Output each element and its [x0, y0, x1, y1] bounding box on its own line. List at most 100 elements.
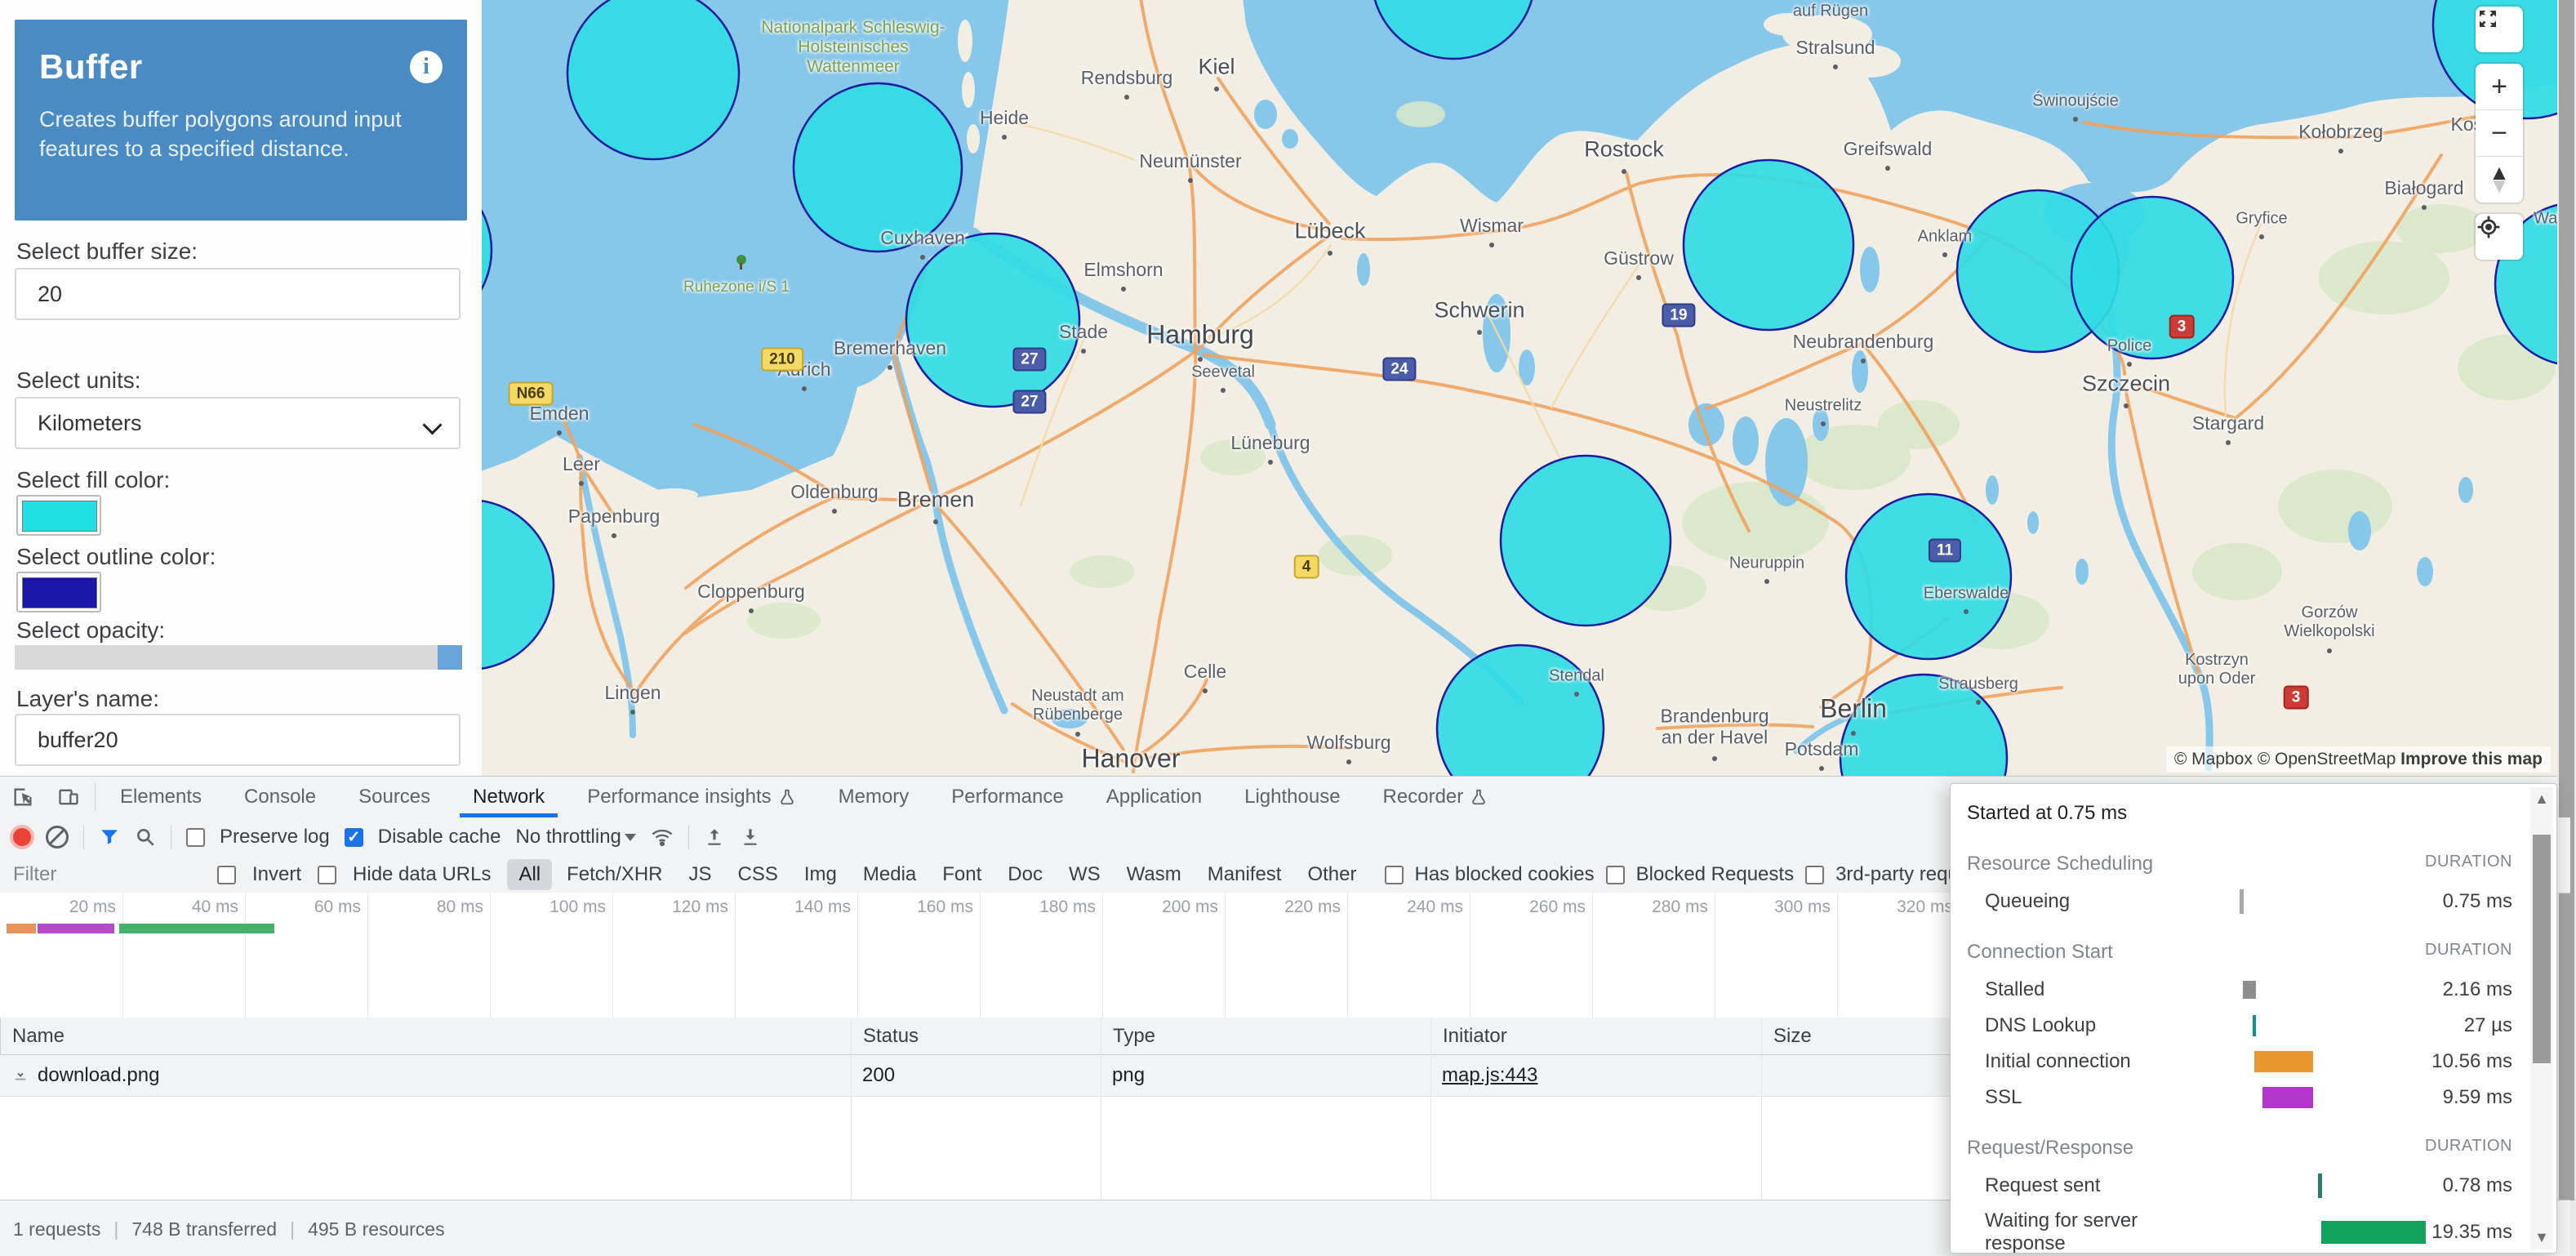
city-dot	[1819, 766, 1824, 771]
chevron-down-icon	[422, 415, 442, 434]
zoom-out-button[interactable]: −	[2476, 109, 2523, 156]
checkbox-has-blocked-cookies[interactable]	[1385, 866, 1404, 884]
map-label-gorz-w-wielkopolski: Gorzów Wielkopolski	[2284, 604, 2374, 641]
clear-icon[interactable]	[46, 826, 69, 848]
column-header-status[interactable]: Status	[851, 1018, 1101, 1054]
tab-recorder[interactable]: Recorder	[1362, 777, 1510, 817]
scroll-down-icon[interactable]: ▼	[2530, 1229, 2553, 1246]
initiator-link[interactable]: map.js:443	[1442, 1064, 1537, 1087]
column-header-name[interactable]: Name	[0, 1018, 851, 1054]
opacity-slider-thumb[interactable]	[438, 645, 462, 670]
download-icon	[11, 1067, 29, 1085]
info-icon[interactable]: i	[410, 51, 443, 83]
filter-type-fetch-xhr[interactable]: Fetch/XHR	[555, 859, 674, 890]
layer-name-label: Layer's name:	[16, 686, 159, 712]
opacity-slider[interactable]	[15, 645, 462, 670]
tab-console[interactable]: Console	[223, 777, 337, 817]
fill-color-picker[interactable]	[16, 495, 101, 536]
column-header-type[interactable]: Type	[1101, 1018, 1430, 1054]
timeline-tick-label: 240 ms	[1407, 897, 1470, 917]
popup-scrollbar-thumb[interactable]	[2533, 835, 2551, 1063]
filter-type-img[interactable]: Img	[793, 859, 848, 890]
zoom-in-icon: +	[2491, 71, 2507, 103]
timing-label: SSL	[1967, 1086, 2202, 1109]
filter-type-media[interactable]: Media	[852, 859, 928, 890]
preserve-log-checkbox[interactable]	[186, 828, 205, 847]
popup-scrollbar[interactable]: ▲ ▼	[2530, 787, 2553, 1249]
compass-button[interactable]: ▲▼	[2476, 156, 2523, 203]
tab-lighthouse[interactable]: Lighthouse	[1223, 777, 1361, 817]
filter-type-css[interactable]: CSS	[727, 859, 790, 890]
device-toolbar-icon[interactable]	[46, 777, 91, 817]
label-has-blocked-cookies[interactable]: Has blocked cookies	[1415, 863, 1595, 886]
timing-bar-lane	[2202, 1044, 2390, 1080]
import-har-icon[interactable]	[704, 826, 725, 848]
outline-color-picker[interactable]	[16, 572, 101, 612]
timing-label: Request sent	[1967, 1174, 2202, 1197]
label-blocked-requests[interactable]: Blocked Requests	[1636, 863, 1794, 886]
tab-performance[interactable]: Performance	[930, 777, 1084, 817]
filter-type-font[interactable]: Font	[931, 859, 993, 890]
filter-input[interactable]: Filter	[13, 863, 201, 886]
preserve-log-label[interactable]: Preserve log	[220, 826, 330, 848]
map-canvas[interactable]: RendsburgKielHeideNeumünsterCuxhavenElms…	[482, 0, 2557, 776]
timing-value: 10.56 ms	[2390, 1050, 2524, 1073]
invert-checkbox[interactable]	[217, 866, 236, 884]
tab-application[interactable]: Application	[1085, 777, 1223, 817]
map-label-winouj-cie: Świnoujście	[2032, 92, 2119, 111]
hide-data-urls-checkbox[interactable]	[318, 866, 336, 884]
road-shield-blue-24: 24	[1382, 358, 1416, 381]
filter-type-manifest[interactable]: Manifest	[1196, 859, 1293, 890]
units-select[interactable]: Kilometers	[15, 397, 460, 449]
column-header-initiator[interactable]: Initiator	[1430, 1018, 1761, 1054]
disable-cache-checkbox[interactable]: ✓	[345, 828, 363, 847]
tab-label: Sources	[358, 786, 430, 808]
map-label-rendsburg: Rendsburg	[1081, 67, 1173, 88]
fullscreen-button[interactable]	[2476, 7, 2523, 52]
buffer-size-input[interactable]: 20	[15, 268, 460, 320]
flask-icon	[1470, 788, 1488, 806]
filter-type-doc[interactable]: Doc	[996, 859, 1054, 890]
geolocate-button[interactable]	[2476, 214, 2523, 260]
tab-memory[interactable]: Memory	[817, 777, 931, 817]
filter-type-js[interactable]: JS	[678, 859, 723, 890]
timing-section-title: Resource Scheduling	[1967, 853, 2153, 875]
city-dot	[1942, 252, 1947, 257]
tab-sources[interactable]: Sources	[337, 777, 452, 817]
tab-elements[interactable]: Elements	[99, 777, 223, 817]
timing-value: 2.16 ms	[2390, 978, 2524, 1001]
filter-type-ws[interactable]: WS	[1057, 859, 1112, 890]
city-dot	[1574, 692, 1579, 697]
road-shield-yellow-210: 210	[761, 348, 803, 372]
duration-header: DURATION	[2425, 853, 2512, 875]
timeline-gridline	[1592, 893, 1593, 1018]
export-har-icon[interactable]	[740, 826, 761, 848]
checkbox-blocked-requests[interactable]	[1606, 866, 1625, 884]
filter-type-other[interactable]: Other	[1296, 859, 1368, 890]
page-scrollbar-thumb[interactable]	[2559, 0, 2574, 1200]
layer-name-input[interactable]: buffer20	[15, 714, 460, 766]
tab-performance-insights[interactable]: Performance insights	[566, 777, 816, 817]
checkbox-3rd-party-requests[interactable]	[1805, 866, 1824, 884]
disable-cache-label[interactable]: Disable cache	[378, 826, 501, 848]
units-value: Kilometers	[38, 411, 142, 436]
map-label-neum-nster: Neumünster	[1139, 150, 1241, 171]
page-scrollbar[interactable]	[2557, 0, 2576, 1256]
inspect-icon[interactable]	[0, 777, 46, 817]
network-conditions-icon[interactable]	[651, 826, 674, 848]
filter-type-wasm[interactable]: Wasm	[1115, 859, 1193, 890]
tab-network[interactable]: Network	[452, 777, 566, 817]
record-icon[interactable]	[13, 828, 31, 846]
filter-type-all[interactable]: All	[507, 859, 552, 890]
hide-data-urls-label[interactable]: Hide data URLs	[353, 863, 491, 886]
search-icon[interactable]	[135, 826, 156, 848]
zoom-in-button[interactable]: +	[2476, 64, 2523, 109]
scroll-up-icon[interactable]: ▲	[2530, 791, 2553, 808]
map-label-stralsund: Stralsund	[1795, 37, 1875, 58]
map-attribution: © Mapbox © OpenStreetMap Improve this ma…	[2166, 746, 2551, 773]
throttling-select[interactable]: No throttling	[515, 826, 635, 848]
filter-icon[interactable]	[99, 826, 120, 848]
road-shield-red-3: 3	[2169, 315, 2195, 339]
invert-label[interactable]: Invert	[252, 863, 301, 886]
improve-map-link[interactable]: Improve this map	[2400, 750, 2543, 768]
